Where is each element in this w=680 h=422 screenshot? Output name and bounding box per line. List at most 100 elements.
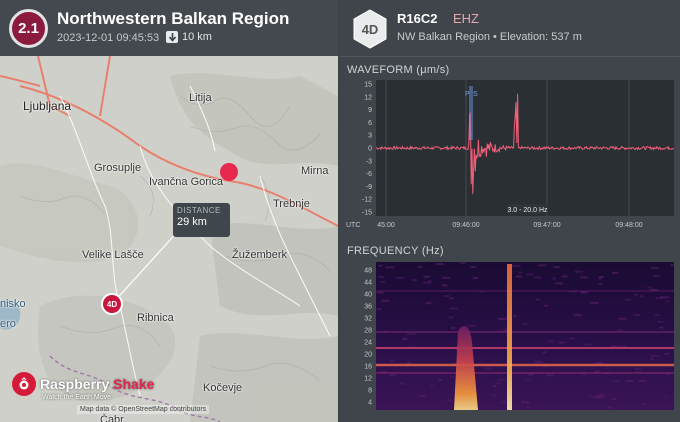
station-name: R16C2 bbox=[397, 11, 438, 26]
spectrogram-cell bbox=[425, 302, 432, 305]
spectrogram-cell bbox=[418, 265, 423, 268]
spectrogram-cell bbox=[595, 370, 600, 373]
network-code: 4D bbox=[361, 21, 379, 37]
seismic-event-view: 2.1 Northwestern Balkan Region 2023-12-0… bbox=[0, 0, 680, 422]
waveform-x-tick: 09:46:00 bbox=[452, 222, 479, 229]
spectrogram-cell bbox=[489, 394, 498, 397]
spectrogram-cell bbox=[654, 314, 661, 317]
spectrogram-y-tick: 12 bbox=[364, 376, 372, 383]
brand-name-part1: Raspberry bbox=[40, 376, 110, 392]
spectrogram-y-tick: 24 bbox=[364, 340, 372, 347]
spectrogram-cell bbox=[670, 264, 674, 267]
spectrogram-cell bbox=[613, 380, 620, 383]
spectrogram-cell bbox=[618, 317, 627, 320]
distance-label: DISTANCE bbox=[177, 206, 221, 215]
spectrogram-cell bbox=[547, 340, 554, 343]
spectrogram-cell bbox=[562, 275, 568, 278]
spectrogram-cell bbox=[650, 355, 660, 357]
spectrogram-cell bbox=[515, 275, 522, 278]
waveform-x-tick: 09:47:00 bbox=[533, 222, 560, 229]
spectrogram-cell bbox=[633, 313, 641, 316]
spectrogram-cell bbox=[580, 291, 588, 294]
raspberry-shake-logo: Raspberry Shake bbox=[12, 372, 154, 396]
station-subtitle: NW Balkan Region • Elevation: 537 m bbox=[397, 31, 582, 43]
waveform-x-tick: 09:48:00 bbox=[615, 222, 642, 229]
depth-value: 10 km bbox=[182, 31, 212, 43]
spectrogram-cell bbox=[546, 374, 554, 377]
spectrogram-cell bbox=[617, 329, 624, 332]
spectrogram-cell bbox=[470, 266, 477, 269]
spectrogram-cell bbox=[612, 272, 618, 274]
event-panel: 2.1 Northwestern Balkan Region 2023-12-0… bbox=[0, 0, 338, 422]
event-depth: 10 km bbox=[166, 31, 212, 43]
spectrogram-cell bbox=[443, 295, 450, 297]
spectrogram-cell bbox=[536, 360, 543, 363]
spectrogram-y-tick: 28 bbox=[364, 328, 372, 335]
map-label-cabar: Čabr bbox=[100, 414, 124, 422]
spectrogram-cell bbox=[450, 376, 455, 379]
spectrogram-cell bbox=[664, 352, 670, 355]
spectrogram-cell bbox=[538, 264, 546, 267]
spectrogram-cell bbox=[376, 308, 382, 311]
spectrogram-cell bbox=[521, 401, 530, 404]
station-marker[interactable]: 4D bbox=[101, 293, 123, 315]
waveform-y-tick: -9 bbox=[366, 184, 372, 191]
map-label-trebnje: Trebnje bbox=[273, 198, 310, 210]
map-attribution[interactable]: Map data © OpenStreetMap contributors bbox=[77, 405, 210, 414]
spectrogram-cell bbox=[438, 378, 443, 381]
distance-callout: DISTANCE 29 km bbox=[173, 203, 230, 237]
map-label-zuzemberk: Žužemberk bbox=[232, 249, 288, 261]
spectrogram-cell bbox=[535, 298, 540, 301]
distance-value: 29 km bbox=[177, 216, 207, 228]
waveform-title: WAVEFORM (μm/s) bbox=[347, 64, 450, 76]
spectrogram-cell bbox=[522, 323, 527, 326]
map-label-nisko: nisko bbox=[0, 298, 26, 310]
spectrogram-cell bbox=[513, 315, 517, 318]
spectrogram-background bbox=[376, 262, 674, 410]
spectrogram-cell bbox=[389, 359, 395, 362]
raspberry-icon bbox=[12, 372, 36, 396]
spectrogram-cell bbox=[430, 384, 435, 387]
event-datetime: 2023-12-01 09:45:53 bbox=[57, 32, 160, 44]
spectrogram-cell bbox=[495, 382, 501, 385]
spectrogram-cell bbox=[582, 373, 587, 376]
spectrogram-y-tick: 40 bbox=[364, 292, 372, 299]
map-label-mirna: Mirna bbox=[301, 165, 329, 177]
map-label-grosuplje: Grosuplje bbox=[94, 162, 142, 174]
spectrogram-cell bbox=[395, 276, 405, 279]
spectrogram-cell bbox=[597, 394, 606, 397]
spectrogram-cell bbox=[639, 295, 644, 298]
spectrogram-cell bbox=[472, 276, 479, 279]
spectrogram-cell bbox=[441, 276, 451, 279]
map-label-ribnica: Ribnica bbox=[137, 312, 174, 324]
spectrogram-cell bbox=[580, 276, 588, 279]
spectrogram-cell bbox=[633, 367, 642, 370]
spectrogram-cell bbox=[400, 382, 404, 385]
spectrogram-cell bbox=[441, 284, 448, 287]
separator-dot: • bbox=[493, 31, 497, 43]
spectrogram-cell bbox=[376, 291, 384, 294]
spectrogram-cell bbox=[518, 271, 523, 274]
spectrogram-cell bbox=[589, 395, 595, 398]
waveform-y-tick: -6 bbox=[366, 171, 372, 178]
event-map[interactable]: Ljubljana Litija Grosuplje Ivančna Goric… bbox=[0, 56, 338, 422]
spectrogram-y-tick: 8 bbox=[368, 388, 372, 395]
event-title: Northwestern Balkan Region bbox=[57, 9, 290, 28]
spectrogram-y-tick: 20 bbox=[364, 352, 372, 359]
spectrogram-cell bbox=[664, 395, 669, 398]
spectrogram-cell bbox=[544, 304, 548, 307]
spectrogram-cell bbox=[423, 275, 431, 278]
spectrogram-cell bbox=[451, 327, 456, 329]
spectrogram-cell bbox=[526, 406, 530, 409]
spectrogram-cell bbox=[385, 266, 394, 269]
network-badge: 4D bbox=[352, 9, 388, 49]
spectrogram-cell bbox=[649, 358, 654, 361]
station-panel: 4D R16C2 EHZ NW Balkan Region • Elevatio… bbox=[340, 0, 680, 422]
spectrogram-cell bbox=[448, 316, 454, 319]
map-label-ljubljana: Ljubljana bbox=[23, 99, 72, 113]
spectrogram-cell bbox=[660, 296, 669, 299]
spectrogram-cell bbox=[484, 367, 493, 370]
frequency-title: FREQUENCY (Hz) bbox=[347, 245, 444, 257]
waveform-x-axis: UTC 45:00 09:46:00 09:47:00 09:48:00 bbox=[346, 222, 643, 229]
spectrogram-cell bbox=[406, 332, 416, 335]
